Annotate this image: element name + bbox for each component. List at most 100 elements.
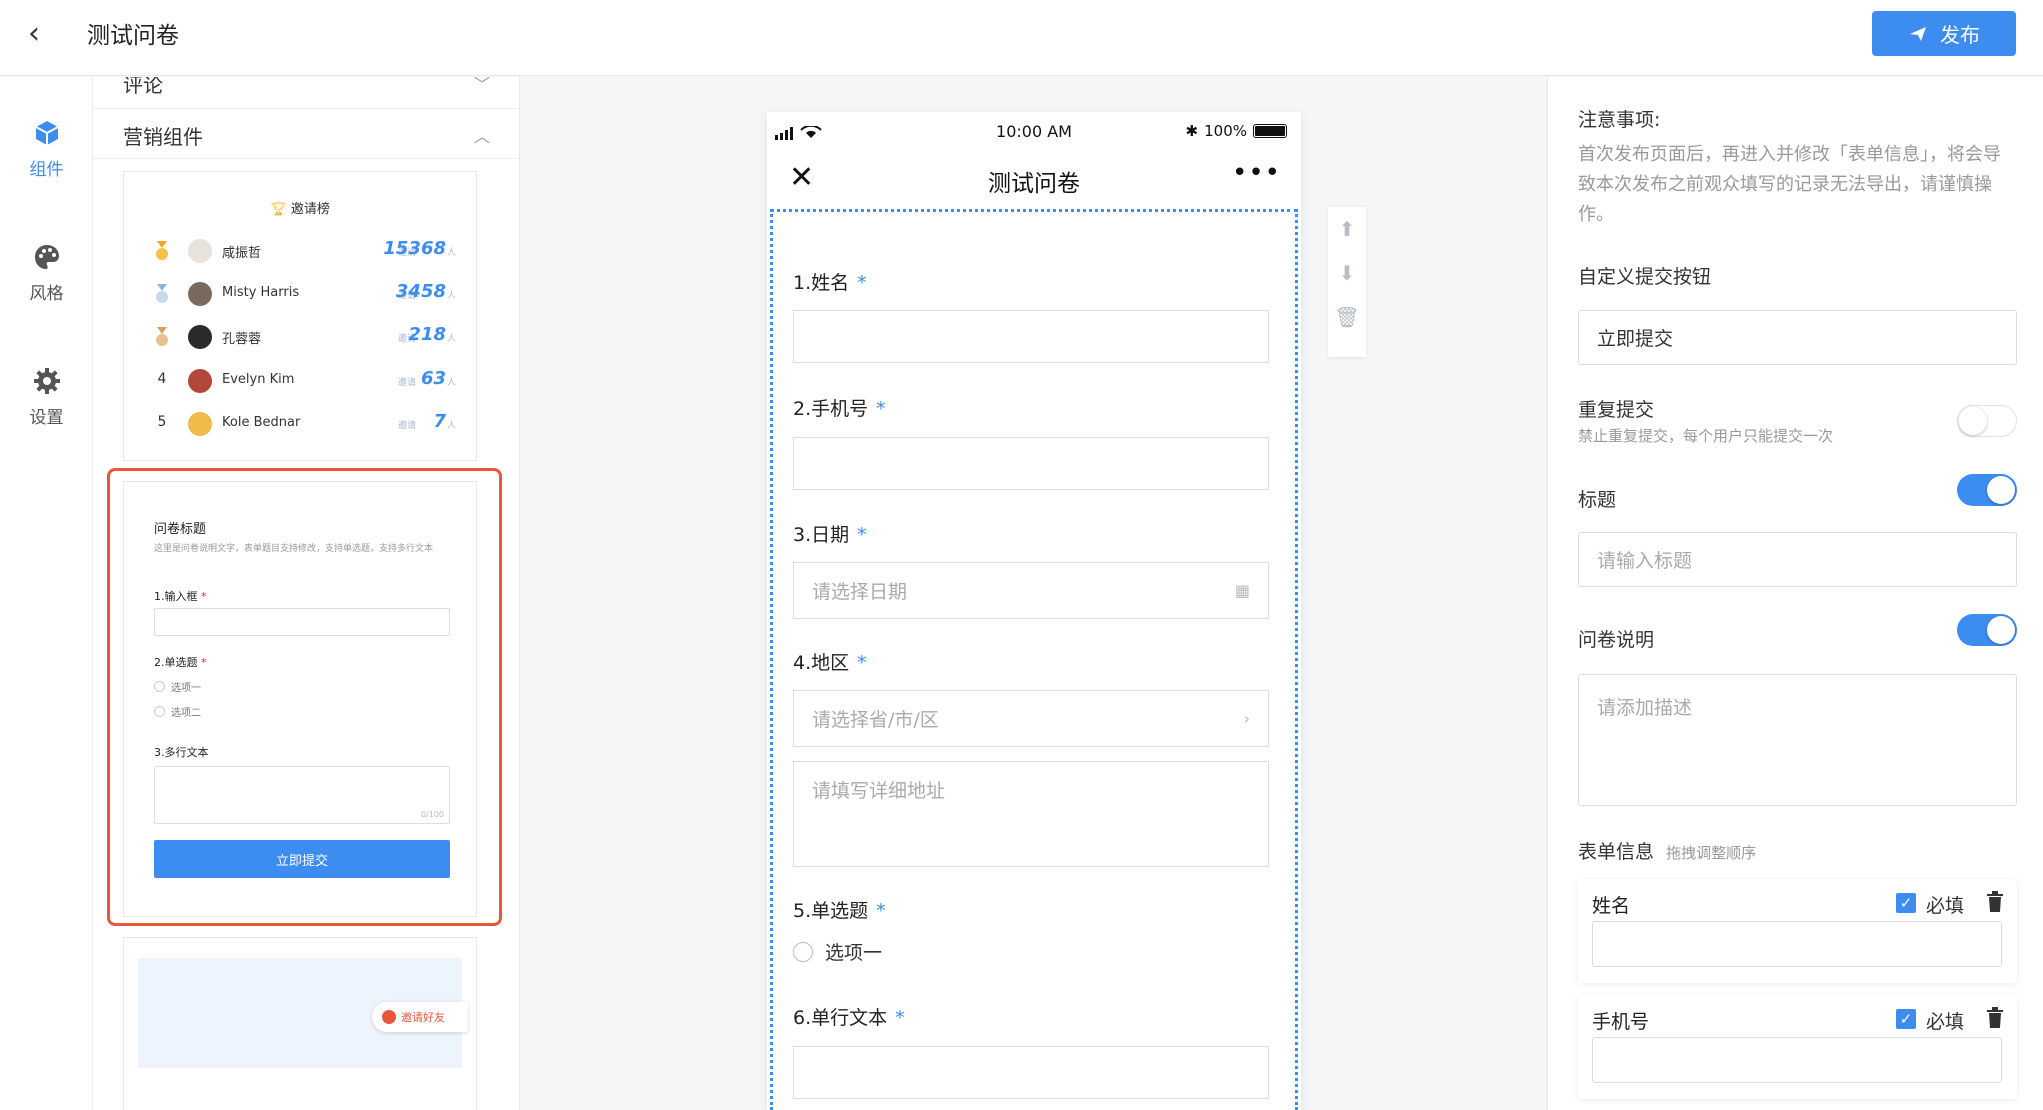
publish-button[interactable]: 发布 [1872, 11, 2016, 56]
leaderboard-row: 4 Evelyn Kim 邀请 63 人 [124, 365, 476, 397]
field-name: 手机号 [1592, 1011, 1650, 1033]
required-label: 必填 [1926, 1011, 1965, 1033]
avatar [188, 412, 212, 436]
repeat-submit-desc: 禁止重复提交，每个用户只能提交一次 [1578, 427, 1834, 445]
settings-panel: 注意事项: 首次发布页面后，再进入并修改「表单信息」，将会导致本次发布之前观众填… [1547, 77, 2043, 1110]
note-text: 首次发布页面后，再进入并修改「表单信息」，将会导致本次发布之前观众填写的记录无法… [1578, 144, 2001, 225]
phone-title: 测试问卷 [988, 171, 1080, 197]
move-up-icon[interactable]: ⬆ [1328, 207, 1366, 251]
phone-navbar: ✕ 测试问卷 ••• [767, 154, 1301, 206]
required-checkbox[interactable]: ✓ [1896, 893, 1916, 913]
avatar [188, 369, 212, 393]
submit-button-setting-label: 自定义提交按钮 [1578, 266, 1712, 288]
rank-number: 4 [157, 371, 167, 387]
question-label: 3.日期 * [793, 524, 867, 546]
gear-icon [33, 368, 60, 394]
calendar-icon: ▦ [1234, 581, 1250, 600]
question-label: 1.姓名 * [793, 272, 867, 294]
member-name: Evelyn Kim [222, 372, 295, 387]
title-toggle[interactable] [1957, 474, 2017, 506]
leaderboard-row: 5 Kole Bednar 邀请 7 人 [124, 408, 476, 440]
submit-button-text-input[interactable]: 立即提交 [1578, 310, 2017, 365]
title-setting-label: 标题 [1578, 489, 1617, 511]
phone-preview: 10:00 AM ✱ 100% ✕ 测试问卷 ••• 1.姓名 * 2.手机号 * … [767, 112, 1301, 1110]
section-label: 营销组件 [123, 125, 203, 149]
name-input[interactable] [793, 310, 1269, 363]
unit-label: 人 [446, 334, 456, 344]
component-toolbar: ⬆ ⬇ 🗑︎ [1328, 207, 1366, 357]
selected-component-outline [107, 468, 502, 926]
region-picker[interactable]: 请选择省/市/区 › [793, 690, 1269, 747]
icon-nav: 组件 风格 设置 [0, 77, 93, 1110]
nav-item-style[interactable]: 风格 [0, 243, 93, 304]
publish-label: 发布 [1940, 23, 1980, 47]
leaderboard-component[interactable]: 🏆︎ 邀请榜 咸振哲 邀请 15368 人 Misty Harris 邀请 34… [123, 171, 477, 461]
trash-icon[interactable] [1986, 1007, 2004, 1029]
date-picker[interactable]: 请选择日期 ▦ [793, 562, 1269, 619]
member-name: 孔蓉蓉 [222, 332, 262, 347]
chevron-up-icon: ︿ [473, 127, 490, 146]
rank-number: 5 [157, 414, 167, 430]
field-name: 姓名 [1592, 895, 1631, 917]
form-info-heading: 表单信息 拖拽调整顺序 [1578, 841, 1757, 863]
unit-label: 人 [446, 378, 456, 388]
repeat-submit-toggle[interactable] [1957, 405, 2017, 437]
cube-icon [35, 121, 58, 145]
form-field-card[interactable]: 手机号 ✓ 必填 [1578, 995, 2017, 1099]
required-checkbox[interactable]: ✓ [1896, 1009, 1916, 1029]
top-bar: ‹ 测试问卷 发布 [0, 0, 2043, 76]
member-name: Misty Harris [222, 285, 300, 300]
address-textarea[interactable]: 请填写详细地址 [793, 761, 1269, 867]
question-label: 5.单选题 * [793, 900, 886, 922]
chevron-right-icon: › [1243, 709, 1250, 728]
form-field-card[interactable]: 姓名 ✓ 必填 [1578, 879, 2017, 983]
section-marketing[interactable]: 营销组件 ︿ [93, 109, 519, 159]
nav-item-components[interactable]: 组件 [0, 119, 93, 180]
invite-label: 邀请 [397, 421, 416, 431]
score: 218 [408, 324, 446, 345]
section-label: 评论 [123, 77, 163, 97]
avatar [188, 325, 212, 349]
phone-input[interactable] [793, 437, 1269, 490]
avatar [188, 282, 212, 306]
gold-medal-icon [156, 241, 168, 260]
battery-icon [1253, 124, 1287, 138]
desc-toggle[interactable] [1957, 614, 2017, 646]
send-icon [1910, 26, 1926, 41]
delete-icon[interactable]: 🗑︎ [1328, 295, 1366, 339]
invite-friend-component[interactable]: 邀请好友 [123, 937, 477, 1110]
nav-label: 组件 [29, 160, 64, 180]
status-bar: 10:00 AM ✱ 100% [767, 112, 1301, 154]
text-input[interactable] [793, 1046, 1269, 1099]
member-name: Kole Bednar [222, 415, 301, 430]
question-label: 2.手机号 * [793, 398, 886, 420]
move-down-icon[interactable]: ⬇ [1328, 251, 1366, 295]
radio-option[interactable]: 选项一 [793, 938, 882, 965]
nav-label: 风格 [29, 284, 64, 304]
question-label: 4.地区 * [793, 652, 867, 674]
chevron-down-icon: ﹀ [473, 77, 490, 94]
back-icon[interactable]: ‹ [28, 19, 58, 50]
section-comments[interactable]: 评论 ﹀ [93, 77, 519, 109]
unit-label: 人 [446, 421, 456, 431]
leaderboard-row: 咸振哲 邀请 15368 人 [124, 235, 476, 267]
silver-medal-icon [156, 284, 168, 303]
question-label: 6.单行文本 * [793, 1007, 905, 1029]
unit-label: 人 [446, 248, 456, 258]
leaderboard-row: Misty Harris 邀请 3458 人 [124, 278, 476, 310]
invite-icon [382, 1010, 396, 1024]
trash-icon[interactable] [1986, 891, 2004, 913]
note-title: 注意事项: [1578, 109, 1661, 131]
nav-item-settings[interactable]: 设置 [0, 367, 93, 428]
title-input[interactable]: 请输入标题 [1578, 532, 2017, 587]
score: 3458 [395, 281, 446, 302]
desc-textarea[interactable]: 请添加描述 [1578, 674, 2017, 806]
leaderboard-row: 孔蓉蓉 邀请 218 人 [124, 321, 476, 353]
trophy-icon: 🏆︎ [270, 202, 287, 217]
desc-setting-label: 问卷说明 [1578, 629, 1655, 651]
bluetooth-icon: ✱ [1185, 122, 1199, 140]
required-label: 必填 [1926, 895, 1965, 917]
more-icon[interactable]: ••• [1232, 158, 1281, 188]
form-canvas[interactable]: 1.姓名 * 2.手机号 * 3.日期 * 请选择日期 ▦ 4.地区 * 请选择省/市/… [770, 209, 1298, 1110]
score: 63 [420, 368, 446, 389]
